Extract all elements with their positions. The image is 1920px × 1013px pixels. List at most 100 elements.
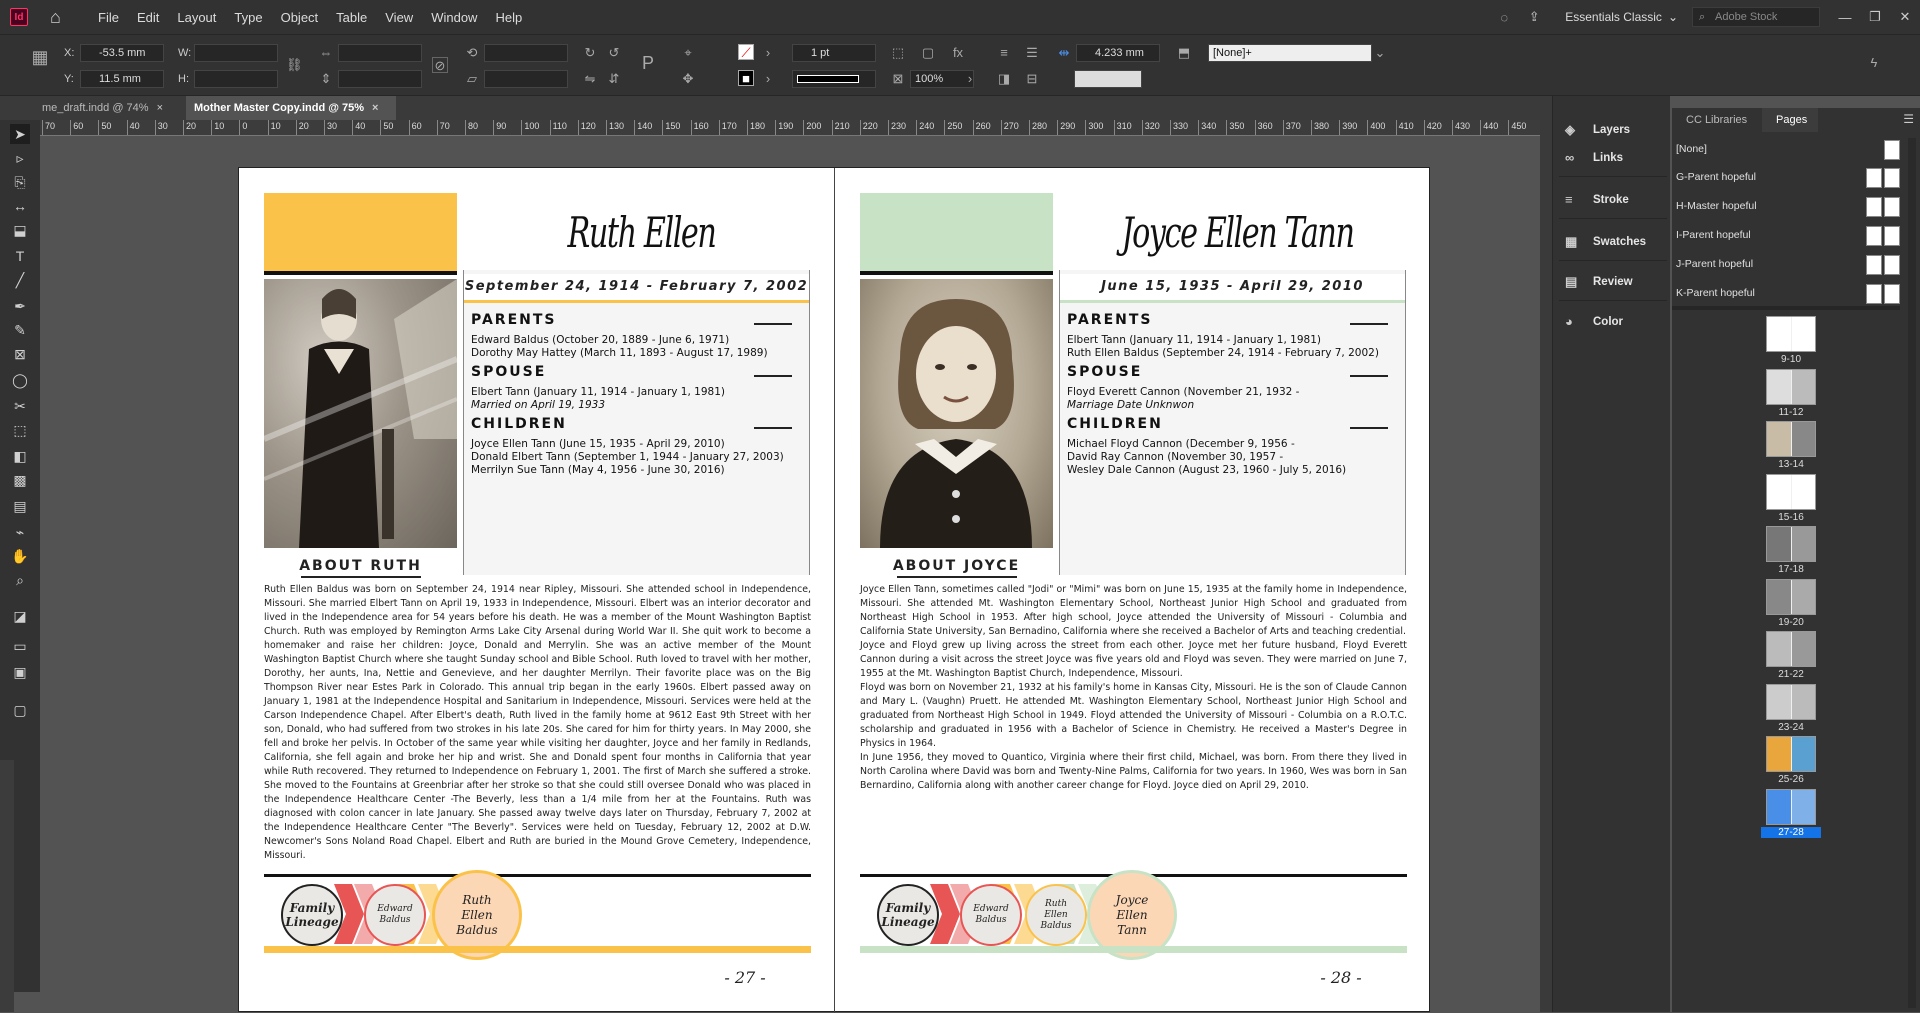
spread-thumbnail[interactable] — [1766, 526, 1816, 562]
spread-thumbnail[interactable] — [1766, 788, 1816, 825]
rotate-field[interactable] — [484, 44, 568, 62]
chevron-down-icon[interactable]: ⌄ — [1372, 45, 1388, 61]
color-swatch-field[interactable] — [1074, 70, 1142, 88]
dock-color[interactable]: ◕ Color — [1563, 312, 1669, 332]
dock-swatches[interactable]: ▦ Swatches — [1563, 232, 1669, 252]
w-field[interactable] — [194, 44, 278, 62]
constrain-proportions-icon[interactable]: ⛓ — [286, 57, 303, 73]
spread-label[interactable]: 27-28 — [1761, 826, 1821, 838]
effects-fx-icon[interactable]: fx — [950, 45, 966, 61]
menu-help[interactable]: Help — [495, 10, 522, 25]
spread-label[interactable]: 13-14 — [1761, 459, 1821, 470]
spread-thumbnail[interactable] — [1766, 473, 1816, 510]
dock-links[interactable]: ∞ Links — [1563, 148, 1669, 168]
fit-frame-icon[interactable]: ▢ — [920, 45, 936, 61]
drop-shadow-icon[interactable]: ◨ — [996, 71, 1012, 87]
workspace-switcher[interactable]: Essentials Classic — [1565, 10, 1662, 24]
gradient-tool-icon[interactable]: ◧ — [10, 446, 30, 466]
shear-field[interactable] — [484, 70, 568, 88]
align-center-icon[interactable]: ☰ — [1024, 45, 1040, 61]
rotate-ccw-icon[interactable]: ↺ — [606, 45, 622, 61]
share-icon[interactable]: ⇪ — [1519, 9, 1549, 25]
flip-horizontal-icon[interactable]: ⇋ — [582, 71, 598, 87]
y-field[interactable]: 11.5 mm — [80, 70, 164, 88]
scale-x-icon[interactable]: ⇔ — [318, 45, 334, 61]
scale-y-field[interactable] — [338, 70, 422, 88]
spread-thumbnail[interactable] — [1766, 316, 1816, 352]
menu-table[interactable]: Table — [336, 10, 367, 25]
eyedropper-tool-icon[interactable]: ⌁ — [10, 522, 30, 542]
dock-stroke[interactable]: ≡ Stroke — [1563, 190, 1669, 210]
chevron-right-icon[interactable]: › — [962, 71, 978, 87]
normal-mode-icon[interactable]: ▣ — [10, 662, 30, 682]
spread-label[interactable]: 11-12 — [1761, 407, 1821, 418]
fill-none-swatch[interactable]: ⟋ — [738, 44, 754, 60]
rotate-icon[interactable]: ⟲ — [464, 45, 480, 61]
minimize-icon[interactable]: — — [1830, 10, 1860, 25]
portrait-photo[interactable] — [860, 279, 1053, 548]
spread-label[interactable]: 9-10 — [1761, 354, 1821, 365]
lightning-icon[interactable]: ϟ — [1866, 55, 1882, 71]
scale-y-icon[interactable]: ⇕ — [318, 71, 334, 87]
spread-label[interactable]: 19-20 — [1761, 617, 1821, 628]
line-tool-icon[interactable]: ╱ — [10, 270, 30, 290]
spread-label[interactable]: 23-24 — [1761, 722, 1821, 733]
master-i[interactable]: I-Parent hopeful — [1676, 224, 1900, 246]
adobe-stock-search[interactable]: ⌕ Adobe Stock — [1692, 7, 1820, 27]
dock-layers[interactable]: ◈ Layers — [1563, 120, 1669, 140]
pencil-tool-icon[interactable]: ✎ — [10, 320, 30, 340]
tab-cc-libraries[interactable]: CC Libraries — [1686, 108, 1754, 132]
panel-menu-icon[interactable]: ☰ — [1903, 112, 1914, 126]
restore-icon[interactable]: ❐ — [1860, 9, 1890, 25]
note-tool-icon[interactable]: ▤ — [10, 496, 30, 516]
chevron-down-icon[interactable]: ⌄ — [1668, 10, 1678, 24]
rotate-cw-icon[interactable]: ↻ — [582, 45, 598, 61]
dock-review[interactable]: ▤ Review — [1563, 272, 1669, 292]
spread-thumbnail[interactable] — [1766, 736, 1816, 772]
menu-object[interactable]: Object — [281, 10, 319, 25]
align-left-icon[interactable]: ≡ — [996, 45, 1012, 61]
pages-scrollbar[interactable] — [1908, 138, 1916, 1008]
master-j[interactable]: J-Parent hopeful — [1676, 253, 1900, 275]
menu-view[interactable]: View — [385, 10, 413, 25]
gap-tool-icon[interactable]: ↔ — [10, 196, 30, 216]
portrait-photo[interactable] — [264, 279, 457, 548]
spread-label[interactable]: 15-16 — [1761, 512, 1821, 523]
apply-color-icon[interactable]: ▭ — [10, 636, 30, 656]
spread-label[interactable]: 17-18 — [1761, 564, 1821, 575]
screen-mode-icon[interactable]: ▢ — [10, 700, 30, 720]
menu-edit[interactable]: Edit — [137, 10, 159, 25]
gradient-feather-icon[interactable]: ▩ — [10, 470, 30, 490]
select-container-icon[interactable]: ⌖ — [680, 45, 696, 61]
spread-label[interactable]: 21-22 — [1761, 669, 1821, 680]
ellipse-tool-icon[interactable]: ◯ — [10, 370, 30, 390]
h-field[interactable] — [194, 70, 278, 88]
spread-thumbnail[interactable] — [1766, 631, 1816, 667]
spread-label[interactable]: 25-26 — [1761, 774, 1821, 785]
lightbulb-icon[interactable]: ◌ — [1489, 10, 1519, 25]
stroke-type-select[interactable] — [792, 70, 876, 88]
zoom-tool-icon[interactable]: ⌕ — [10, 570, 30, 590]
gutter-icon[interactable]: ⇹ — [1056, 45, 1072, 61]
menu-layout[interactable]: Layout — [177, 10, 216, 25]
hand-tool-icon[interactable]: ✋ — [10, 546, 30, 566]
spread-thumbnail[interactable] — [1766, 683, 1816, 720]
scissors-tool-icon[interactable]: ✂ — [10, 396, 30, 416]
direct-selection-tool-icon[interactable]: ▹ — [10, 148, 30, 168]
selection-tool-icon[interactable]: ➤ — [10, 124, 30, 144]
rectangle-frame-tool-icon[interactable]: ⊠ — [10, 344, 30, 364]
spread-thumbnail[interactable] — [1766, 421, 1816, 457]
biography-text[interactable]: Joyce Ellen Tann, sometimes called "Jodi… — [860, 583, 1407, 793]
menu-file[interactable]: File — [98, 10, 119, 25]
chevron-right-icon[interactable]: › — [760, 45, 776, 61]
close-icon[interactable]: ✕ — [1890, 9, 1920, 25]
free-transform-tool-icon[interactable]: ⬚ — [10, 420, 30, 440]
menu-window[interactable]: Window — [431, 10, 477, 25]
close-icon[interactable]: × — [157, 102, 163, 114]
frame-fitting-icon[interactable]: ⬒ — [1176, 45, 1192, 61]
direction-p-icon[interactable]: P — [640, 54, 656, 72]
type-tool-icon[interactable]: T — [10, 246, 30, 266]
tab-pages[interactable]: Pages — [1762, 108, 1818, 132]
auto-fit-icon[interactable]: ⬚ — [890, 45, 906, 61]
page-tool-icon[interactable]: ⎘ — [10, 172, 30, 192]
